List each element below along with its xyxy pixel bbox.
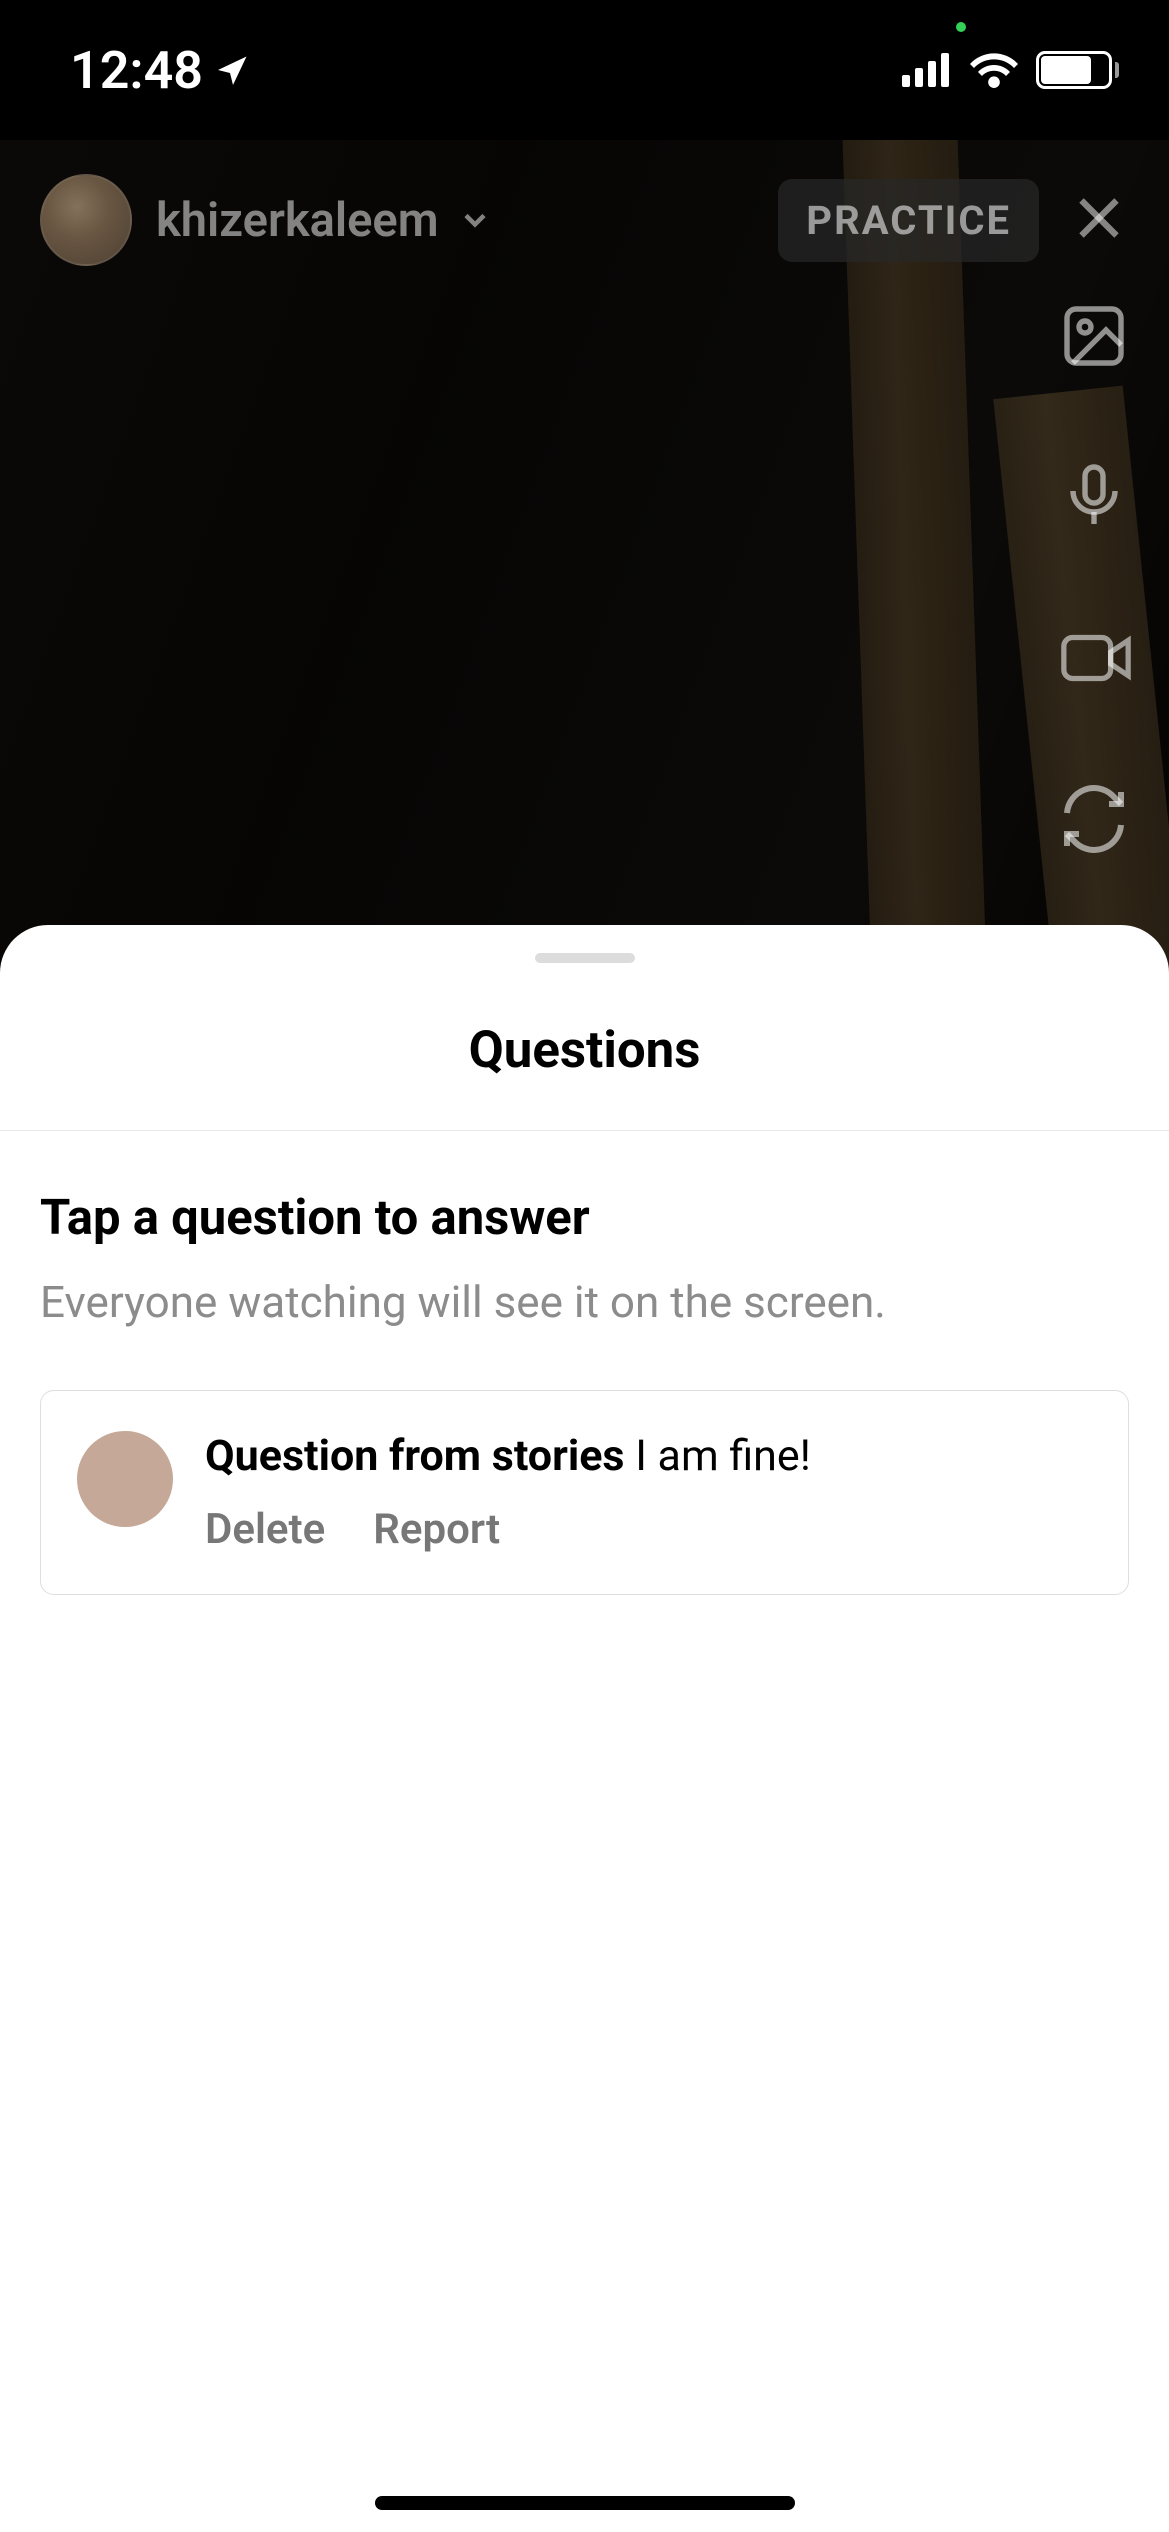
switch-camera-icon: [1058, 783, 1130, 855]
battery-indicator: 71: [1036, 51, 1119, 89]
username-dropdown[interactable]: khizerkaleem: [156, 193, 493, 248]
status-bar: 12:48 71: [0, 0, 1169, 140]
status-time: 12:48: [70, 40, 203, 101]
question-sender-avatar: [77, 1431, 173, 1527]
status-left: 12:48: [70, 40, 251, 101]
live-header: khizerkaleem PRACTICE: [0, 160, 1169, 280]
sheet-drag-handle[interactable]: [535, 953, 635, 963]
question-source-label: Question from stories: [205, 1431, 625, 1481]
home-indicator[interactable]: [375, 2496, 795, 2510]
battery-level: 71: [1059, 55, 1089, 85]
status-right: 71: [902, 51, 1119, 89]
report-button[interactable]: Report: [373, 1505, 500, 1554]
question-text: I am fine!: [635, 1431, 811, 1481]
question-line: Question from stories I am fine!: [205, 1431, 1092, 1481]
chevron-down-icon: [457, 202, 493, 238]
microphone-icon: [1058, 461, 1130, 533]
delete-button[interactable]: Delete: [205, 1505, 325, 1554]
username-label: khizerkaleem: [156, 193, 439, 248]
instruction-heading: Tap a question to answer: [40, 1189, 1129, 1246]
wifi-icon: [970, 52, 1018, 88]
gallery-icon: [1058, 300, 1130, 372]
camera-icon: [1058, 622, 1134, 694]
live-side-toolbar: [1058, 300, 1134, 1008]
privacy-indicator-dot: [956, 22, 966, 32]
practice-label: PRACTICE: [806, 197, 1011, 244]
question-actions: Delete Report: [205, 1505, 1092, 1554]
question-card[interactable]: Question from stories I am fine! Delete …: [40, 1390, 1129, 1595]
practice-badge[interactable]: PRACTICE: [778, 179, 1039, 262]
location-icon: [215, 52, 251, 88]
sheet-content: Tap a question to answer Everyone watchi…: [0, 1131, 1169, 1595]
camera-button[interactable]: [1058, 622, 1134, 698]
questions-bottom-sheet: Questions Tap a question to answer Every…: [0, 925, 1169, 2532]
cellular-icon: [902, 53, 952, 87]
sheet-title: Questions: [0, 1021, 1169, 1131]
close-icon: [1069, 188, 1129, 248]
gallery-button[interactable]: [1058, 300, 1134, 376]
question-body: Question from stories I am fine! Delete …: [205, 1431, 1092, 1554]
switch-camera-button[interactable]: [1058, 783, 1134, 859]
microphone-button[interactable]: [1058, 461, 1134, 537]
user-avatar[interactable]: [40, 174, 132, 266]
instruction-subheading: Everyone watching will see it on the scr…: [40, 1276, 1129, 1328]
close-button[interactable]: [1069, 188, 1129, 252]
